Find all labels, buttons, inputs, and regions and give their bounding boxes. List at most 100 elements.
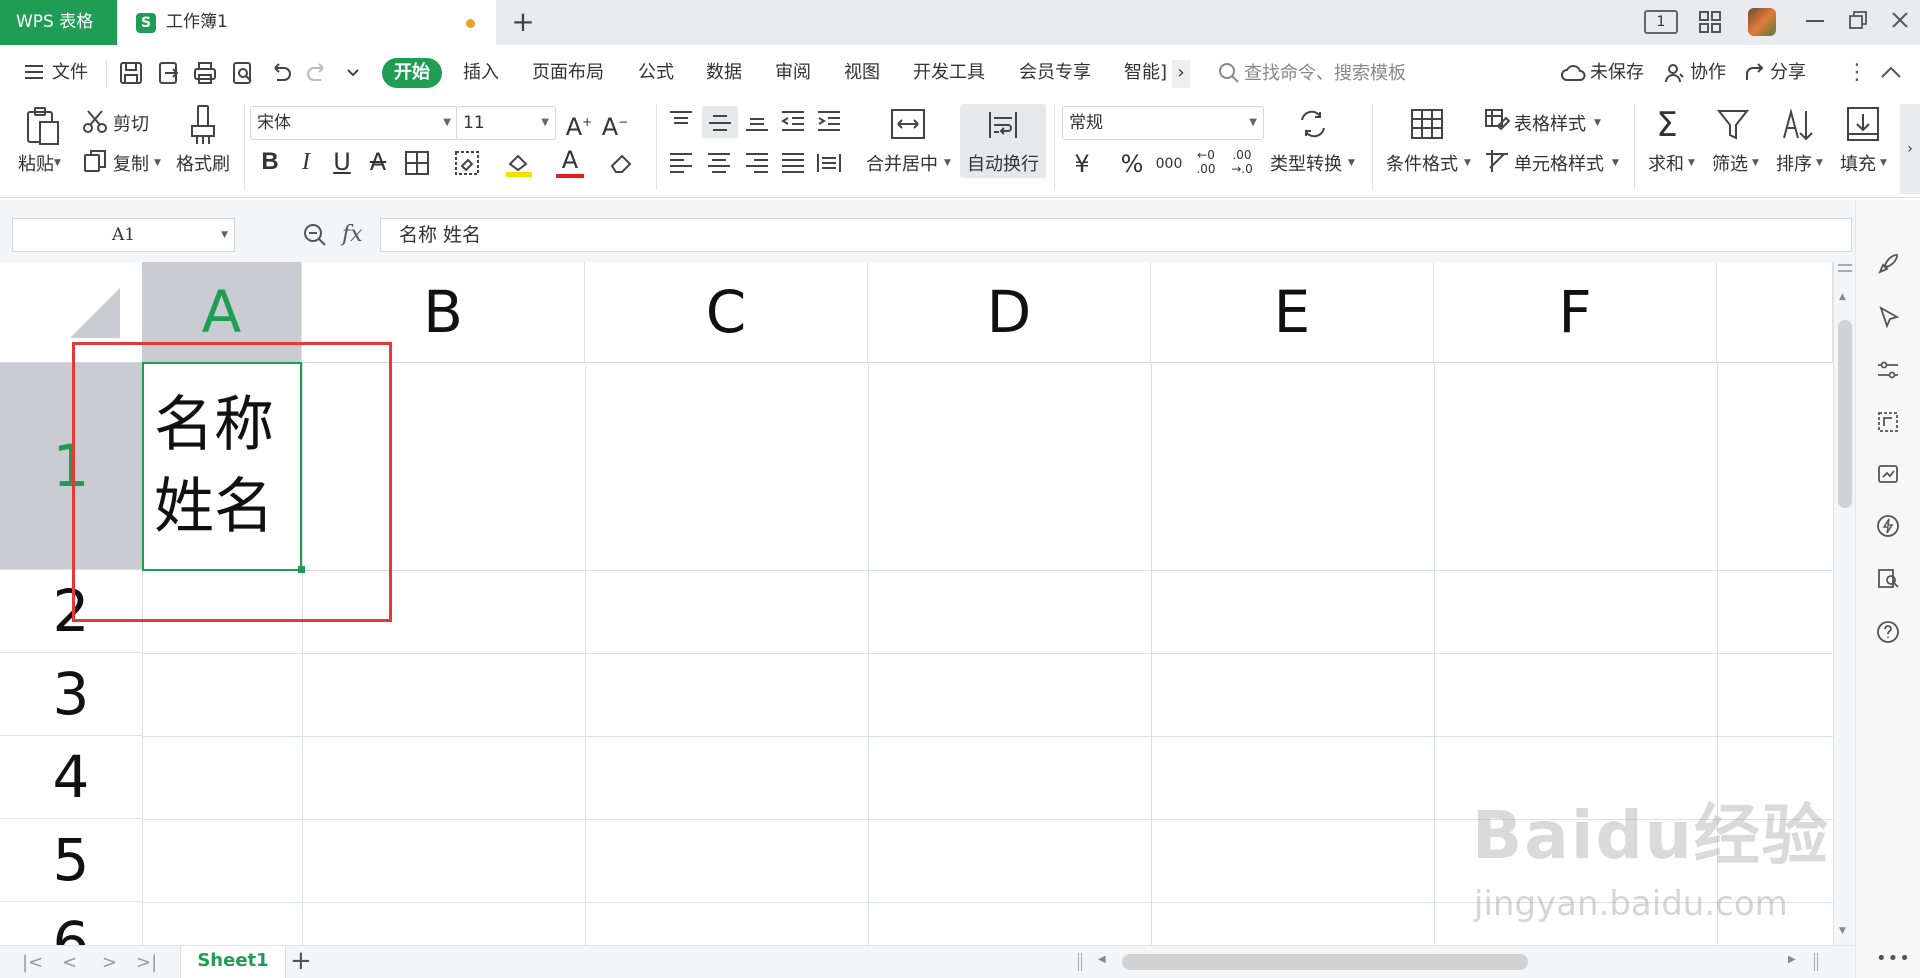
tab-smart[interactable]: 智能] [1124, 58, 1167, 88]
row-header-5[interactable]: 5 [0, 819, 142, 902]
decrease-font-icon[interactable]: A− [600, 108, 630, 141]
apps-grid-icon[interactable] [1698, 10, 1722, 34]
column-header-c[interactable]: C [585, 262, 868, 362]
decrease-decimal-icon[interactable]: .00 →.0 [1226, 148, 1258, 176]
hamburger-icon[interactable] [24, 62, 44, 82]
justify-icon[interactable] [780, 152, 806, 174]
page-view-button[interactable]: 1 [1644, 10, 1678, 34]
chevron-down-icon[interactable]: ▼ [1464, 158, 1471, 168]
chevron-down-icon[interactable]: ▼ [1348, 158, 1355, 168]
filter-button[interactable]: 筛选 [1712, 150, 1748, 176]
bold-icon[interactable]: B [256, 148, 284, 176]
cut-button[interactable]: 剪切 [113, 110, 149, 136]
font-color-icon[interactable]: A [556, 148, 584, 178]
sort-button[interactable]: 排序 [1776, 150, 1812, 176]
share-button[interactable]: 分享 [1770, 58, 1806, 88]
cell-style-button[interactable]: 单元格样式 [1514, 150, 1604, 176]
paste-icon[interactable] [24, 106, 62, 146]
align-bottom-icon[interactable] [744, 110, 770, 132]
lightning-icon[interactable] [1876, 514, 1900, 538]
zoom-lookup-icon[interactable] [302, 222, 328, 248]
fill-color-icon[interactable] [504, 150, 534, 178]
restore-icon[interactable] [1848, 10, 1868, 30]
row-header-6[interactable]: 6 [0, 902, 142, 945]
wrap-text-button[interactable]: 自动换行 [960, 104, 1046, 178]
format-painter-icon[interactable] [188, 104, 218, 146]
chevron-down-icon[interactable]: ▼ [221, 219, 228, 251]
chevron-down-icon[interactable]: ▼ [1880, 158, 1887, 168]
sheet-tab-sheet1[interactable]: Sheet1 [180, 946, 286, 978]
eraser-icon[interactable] [608, 150, 636, 176]
ribbon-scroll-right-button[interactable]: › [1900, 104, 1920, 194]
tab-member[interactable]: 会员专享 [1019, 58, 1091, 88]
align-middle-button[interactable] [702, 106, 738, 138]
row-header-4[interactable]: 4 [0, 736, 142, 819]
command-search-input[interactable]: 查找命令、搜索模板 [1244, 60, 1406, 88]
chart-tool-icon[interactable] [1876, 462, 1900, 486]
save-icon[interactable] [118, 60, 144, 86]
increase-decimal-icon[interactable]: ←0.00 [1190, 148, 1222, 176]
table-style-button[interactable]: 表格样式 [1514, 110, 1586, 136]
horizontal-scroll-thumb[interactable] [1122, 954, 1528, 970]
fill-pattern-icon[interactable] [454, 150, 482, 176]
border-icon[interactable] [404, 150, 430, 176]
chevron-down-icon[interactable]: ▼ [944, 158, 951, 168]
increase-font-icon[interactable]: A+ [564, 108, 594, 141]
font-size-select[interactable]: 11 ▼ [456, 106, 556, 140]
next-sheet-icon[interactable]: > [102, 952, 117, 973]
vertical-scroll-thumb[interactable] [1838, 320, 1852, 508]
align-right-icon[interactable] [744, 152, 770, 174]
conditional-format-button[interactable]: 条件格式 [1386, 150, 1458, 176]
tab-data[interactable]: 数据 [706, 58, 742, 88]
align-center-icon[interactable] [706, 152, 732, 174]
adjust-sliders-icon[interactable] [1876, 358, 1900, 382]
currency-icon[interactable]: ¥ [1068, 150, 1096, 178]
scroll-left-icon[interactable]: ◀ [1098, 954, 1106, 965]
formula-input[interactable]: 名称 姓名 [380, 218, 1852, 252]
book-search-icon[interactable] [1876, 566, 1900, 590]
cursor-icon[interactable] [1878, 306, 1900, 330]
align-top-icon[interactable] [668, 110, 694, 132]
tab-view[interactable]: 视图 [844, 58, 880, 88]
tab-home[interactable]: 开始 [382, 58, 442, 88]
format-painter-button[interactable]: 格式刷 [176, 150, 230, 176]
increase-indent-icon[interactable] [816, 110, 842, 132]
collaborate-button[interactable]: 协作 [1690, 58, 1726, 88]
sum-button[interactable]: 求和 [1648, 150, 1684, 176]
tab-review[interactable]: 审阅 [775, 58, 811, 88]
copy-button[interactable]: 复制 [113, 150, 149, 176]
close-icon[interactable] [1890, 10, 1910, 30]
row-header-3[interactable]: 3 [0, 653, 142, 736]
paste-button[interactable]: 粘贴 [18, 150, 54, 176]
underline-icon[interactable]: U [328, 148, 356, 176]
number-format-select[interactable]: 常规 ▼ [1062, 106, 1264, 140]
document-tab[interactable]: S 工作簿1 [118, 0, 496, 45]
column-header-e[interactable]: E [1151, 262, 1434, 362]
chevron-down-icon[interactable]: ▼ [1688, 158, 1695, 168]
align-left-icon[interactable] [668, 152, 694, 174]
add-sheet-button[interactable]: + [290, 946, 312, 976]
decrease-indent-icon[interactable] [780, 110, 806, 132]
column-header-d[interactable]: D [868, 262, 1151, 362]
percent-icon[interactable]: % [1118, 150, 1146, 178]
app-tab[interactable]: WPS 表格 [0, 0, 117, 45]
redo-icon[interactable] [304, 60, 330, 86]
menu-more-button[interactable]: › [1172, 60, 1190, 88]
scroll-up-icon[interactable]: ▲ [1839, 292, 1846, 302]
scroll-right-icon[interactable]: ▶ [1788, 954, 1796, 965]
thousands-separator-icon[interactable]: 000 [1154, 150, 1184, 178]
column-header-g[interactable] [1717, 262, 1833, 362]
minimize-icon[interactable] [1806, 20, 1824, 22]
export-icon[interactable] [156, 60, 182, 86]
transform-icon[interactable] [1876, 410, 1900, 434]
chevron-down-icon[interactable]: ▼ [1594, 118, 1601, 128]
scroll-down-icon[interactable]: ▼ [1839, 926, 1846, 936]
chevron-down-icon[interactable]: ▼ [1612, 158, 1619, 168]
undo-icon[interactable] [268, 60, 294, 86]
italic-icon[interactable]: I [292, 148, 320, 176]
tab-formula[interactable]: 公式 [638, 58, 674, 88]
name-box[interactable]: A1 ▼ [12, 218, 235, 252]
collapse-ribbon-icon[interactable] [1880, 64, 1902, 80]
print-preview-icon[interactable] [230, 60, 256, 86]
vertical-scrollbar[interactable]: ▲ ▼ [1833, 262, 1855, 945]
